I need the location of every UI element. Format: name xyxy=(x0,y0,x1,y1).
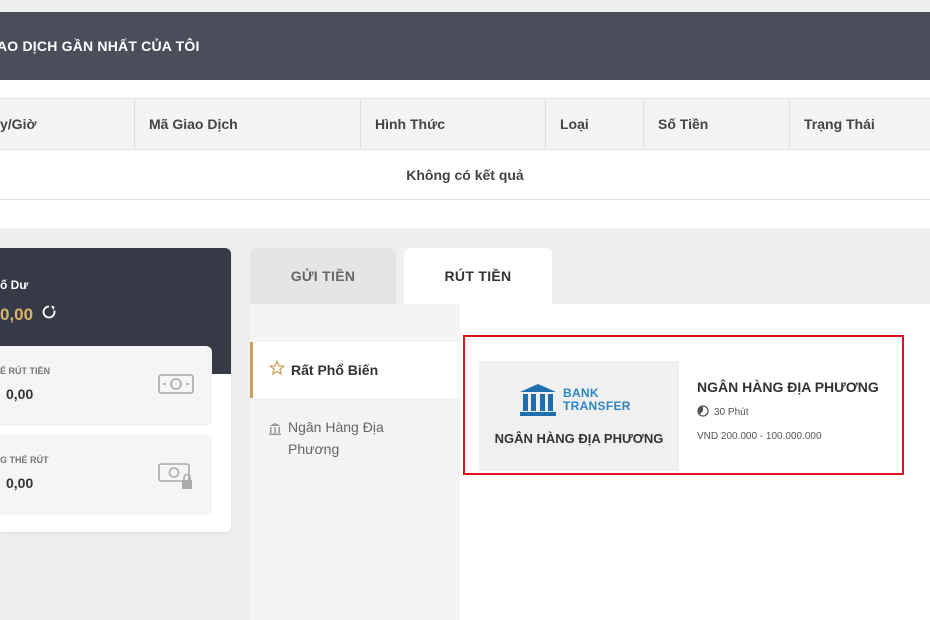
column-transaction-id[interactable]: Mã Giao Dịch xyxy=(134,99,360,149)
locked-money-icon xyxy=(158,461,194,496)
logo-text-transfer: TRANSFER xyxy=(563,399,631,413)
locked-balance-box: G THỂ RÚT 0,00 xyxy=(0,435,212,515)
withdrawable-label: Ể RÚT TIỀN xyxy=(0,366,51,376)
bank-transfer-card[interactable]: BANK TRANSFER NGÂN HÀNG ĐỊA PHƯƠNG xyxy=(479,361,679,471)
method-details: NGÂN HÀNG ĐỊA PHƯƠNG 30 Phút VND 200.000… xyxy=(697,379,879,442)
recent-transactions-header: AO DỊCH GẦN NHẤT CỦA TÔI xyxy=(0,12,930,80)
processing-time: 30 Phút xyxy=(697,405,879,420)
category-sidebar: Rất Phổ Biến Ngân Hàng Địa Phương xyxy=(250,304,460,620)
column-method[interactable]: Hình Thức xyxy=(360,99,545,149)
category-local-bank-label: Ngân Hàng Địa Phương xyxy=(288,419,384,457)
tab-deposit[interactable]: GỬI TIỀN xyxy=(250,248,396,304)
balance-value: 0,00 xyxy=(0,304,34,324)
star-icon xyxy=(268,359,286,381)
bank-building-icon xyxy=(520,384,556,416)
payment-method-highlight: BANK TRANSFER NGÂN HÀNG ĐỊA PHƯƠNG NGÂN … xyxy=(463,335,904,475)
column-status[interactable]: Trạng Thái xyxy=(789,99,930,149)
balance-value-row: 0,00 xyxy=(0,304,57,325)
column-type[interactable]: Loại xyxy=(545,99,643,149)
processing-time-value: 30 Phút xyxy=(714,407,749,418)
no-results-text: Không có kết quả xyxy=(0,150,930,200)
clock-icon xyxy=(697,405,709,420)
bank-card-caption: NGÂN HÀNG ĐỊA PHƯƠNG xyxy=(494,431,664,446)
recent-transactions-panel: AO DỊCH GẦN NHẤT CỦA TÔI y/Giờ Mã Giao D… xyxy=(0,12,930,228)
column-date-time[interactable]: y/Giờ xyxy=(0,99,134,149)
category-local-bank[interactable]: Ngân Hàng Địa Phương xyxy=(250,416,460,460)
category-popular[interactable]: Rất Phổ Biến xyxy=(250,342,460,398)
money-icon xyxy=(158,372,194,401)
column-amount[interactable]: Số Tiền xyxy=(643,99,789,149)
withdraw-content: Rất Phổ Biến Ngân Hàng Địa Phương BANK T… xyxy=(250,304,930,620)
balance-label: ố Dư xyxy=(0,278,29,292)
bank-transfer-logo: BANK TRANSFER xyxy=(519,383,631,417)
withdrawable-balance-box: Ể RÚT TIỀN 0,00 xyxy=(0,346,212,426)
category-popular-label: Rất Phổ Biến xyxy=(291,362,379,378)
recent-transactions-title: AO DỊCH GẦN NHẤT CỦA TÔI xyxy=(0,38,200,54)
locked-label: G THỂ RÚT xyxy=(0,455,49,465)
balance-card: ố Dư 0,00 Ể RÚT TIỀN 0,00 G THỂ RÚT 0,00 xyxy=(0,248,231,532)
tab-withdraw[interactable]: RÚT TIỀN xyxy=(404,248,552,304)
method-title: NGÂN HÀNG ĐỊA PHƯƠNG xyxy=(697,379,879,395)
withdrawable-value: 0,00 xyxy=(6,386,34,402)
locked-value: 0,00 xyxy=(6,475,34,491)
transactions-table-header: y/Giờ Mã Giao Dịch Hình Thức Loại Số Tiề… xyxy=(0,98,930,150)
refresh-icon[interactable] xyxy=(41,304,57,325)
amount-range: VND 200.000 - 100.000.000 xyxy=(697,431,822,442)
bank-icon xyxy=(268,422,282,441)
